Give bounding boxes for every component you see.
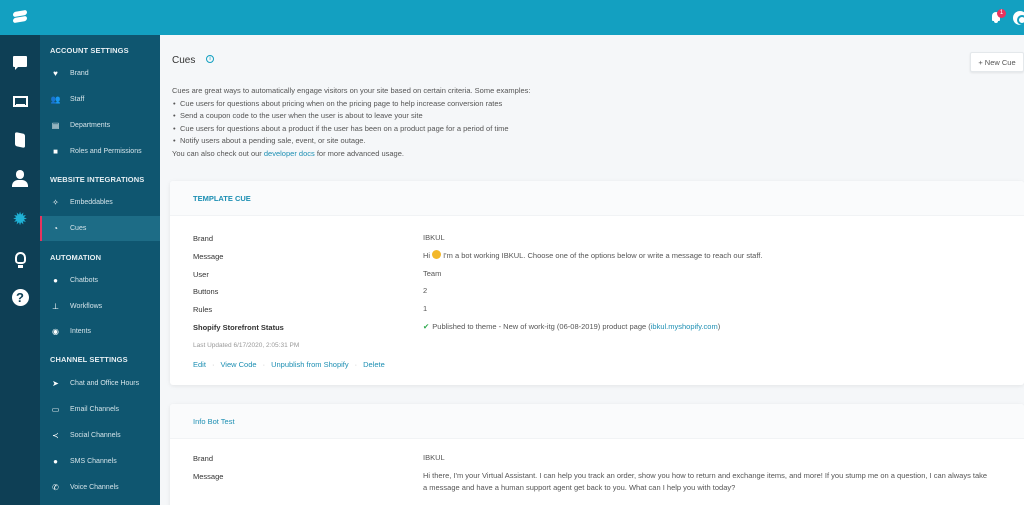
staff-icon: 👥 (50, 95, 61, 104)
sidebar-item-brand[interactable]: ♥ Brand (40, 61, 160, 86)
section-title-automation: AUTOMATION (50, 253, 102, 262)
label-rules: Rules (193, 305, 213, 314)
sidebar-item-intents[interactable]: ◉ Intents (40, 319, 160, 344)
value-rules: 1 (423, 304, 428, 313)
cue-card-title[interactable]: TEMPLATE CUE (170, 181, 1024, 216)
value-user: Team (423, 269, 442, 278)
value-shopify-status: ✔ Published to theme - New of work-itg (0… (423, 322, 721, 331)
value-message: Hi I'm a bot working IBKUL. Choose one of… (423, 250, 763, 260)
main-content: Cues i + New Cue Cues are great ways to … (160, 35, 1024, 505)
sidebar-item-departments[interactable]: ▤ Departments (40, 113, 160, 138)
card-actions: Edit · View Code · Unpublish from Shopify · De… (193, 360, 385, 369)
page-title: Cues (172, 55, 196, 66)
reports-icon[interactable] (10, 91, 30, 111)
inbox-icon: ▭ (51, 405, 60, 414)
sidebar-item-embeddables[interactable]: ✧ Embeddables (40, 190, 160, 215)
intro-text: Cues are great ways to automatically eng… (172, 85, 972, 160)
heart-icon: ♥ (53, 69, 58, 78)
check-icon: ✔ (423, 322, 430, 331)
label-message: Message (193, 472, 224, 481)
sidebar-item-chat-and-office-hours[interactable]: ➤ Chat and Office Hours (40, 371, 160, 396)
paper-plane-icon: ➤ (52, 379, 59, 388)
label-buttons: Buttons (193, 287, 219, 296)
sidebar-item-social-channels[interactable]: ≺ Social Channels (40, 423, 160, 448)
label-brand: Brand (193, 234, 214, 243)
app-logo-icon[interactable] (13, 9, 27, 24)
value-brand: IBKUL (423, 233, 445, 242)
example-item: Send a coupon code to the user when the … (172, 110, 972, 123)
cue-card-template: TEMPLATE CUE Brand IBKUL Message Hi I'm a… (170, 181, 1024, 385)
share-icon: ≺ (52, 431, 59, 440)
intents-icon: ◉ (52, 327, 59, 336)
waving-hand-emoji-icon (432, 250, 442, 259)
id-card-icon: ▤ (51, 121, 60, 130)
example-item: Notify users about a pending sale, event… (172, 135, 972, 148)
intro-paragraph: Cues are great ways to automatically eng… (172, 86, 531, 95)
settings-gear-icon[interactable]: ✹ (10, 209, 30, 229)
shopify-store-link[interactable]: ibkul.myshopify.com (651, 322, 718, 331)
section-title-account-settings: ACCOUNT SETTINGS (50, 46, 129, 55)
label-message: Message (193, 252, 224, 261)
briefcase-icon: ■ (53, 147, 58, 156)
sidebar-item-roles-and-permissions[interactable]: ■ Roles and Permissions (40, 139, 160, 164)
section-title-channel-settings: CHANNEL SETTINGS (50, 355, 128, 364)
value-message: Hi there, I'm your Virtual Assistant. I … (423, 471, 988, 492)
rss-icon: ◔ (53, 224, 58, 233)
contacts-icon[interactable] (10, 169, 30, 189)
examples-list: Cue users for questions about pricing wh… (172, 98, 972, 148)
sitemap-icon: ⊥ (52, 302, 59, 311)
settings-sidebar: ACCOUNT SETTINGS ♥ Brand 👥 Staff ▤ Departme… (40, 35, 160, 505)
icon-rail: ✹ ? (0, 35, 40, 505)
value-brand: IBKUL (423, 453, 445, 462)
robot-icon: ● (53, 276, 58, 285)
label-brand: Brand (193, 454, 214, 463)
lightbulb-icon[interactable] (10, 248, 30, 268)
sidebar-item-cues[interactable]: ◔ Cues (40, 216, 160, 241)
example-item: Cue users for questions about a product … (172, 123, 972, 136)
phone-icon: ✆ (52, 483, 59, 492)
developer-docs-note: You can also check out our developer doc… (172, 148, 404, 158)
notifications-badge: 1 (997, 9, 1006, 18)
info-icon[interactable]: i (206, 55, 214, 63)
chat-icon[interactable] (10, 51, 30, 71)
section-title-website-integrations: WEBSITE INTEGRATIONS (50, 175, 145, 184)
user-avatar[interactable] (1013, 11, 1024, 25)
label-user: User (193, 270, 209, 279)
cue-card-info-bot-test: Info Bot Test Brand IBKUL Message Hi the… (170, 404, 1024, 505)
sidebar-item-staff[interactable]: 👥 Staff (40, 87, 160, 112)
sidebar-item-sms-channels[interactable]: ● SMS Channels (40, 449, 160, 474)
unpublish-link[interactable]: Unpublish from Shopify (271, 360, 349, 369)
knowledge-base-icon[interactable] (10, 130, 30, 150)
help-icon[interactable]: ? (10, 287, 30, 307)
last-updated: Last Updated 6/17/2020, 2:05:31 PM (193, 342, 300, 349)
example-item: Cue users for questions about pricing wh… (172, 98, 972, 111)
cue-card-title[interactable]: Info Bot Test (170, 404, 1024, 439)
delete-link[interactable]: Delete (363, 360, 385, 369)
sms-icon: ● (53, 457, 58, 466)
view-code-link[interactable]: View Code (220, 360, 256, 369)
sidebar-item-workflows[interactable]: ⊥ Workflows (40, 294, 160, 319)
value-buttons: 2 (423, 286, 428, 295)
sidebar-item-email-channels[interactable]: ▭ Email Channels (40, 397, 160, 422)
magic-wand-icon: ✧ (52, 198, 59, 207)
new-cue-button[interactable]: + New Cue (970, 52, 1024, 72)
label-shopify-status: Shopify Storefront Status (193, 323, 284, 332)
top-bar: 1 (0, 0, 1024, 35)
sidebar-item-chatbots[interactable]: ● Chatbots (40, 268, 160, 293)
edit-link[interactable]: Edit (193, 360, 206, 369)
sidebar-item-voice-channels[interactable]: ✆ Voice Channels (40, 475, 160, 500)
developer-docs-link[interactable]: developer docs (264, 149, 315, 158)
